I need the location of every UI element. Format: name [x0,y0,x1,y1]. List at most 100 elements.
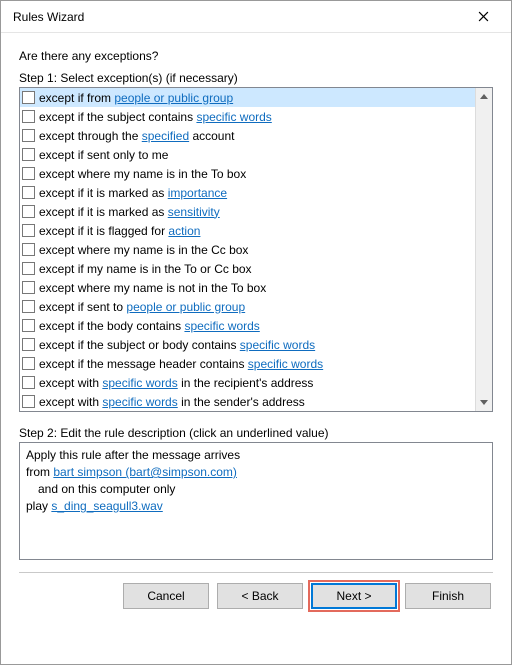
exception-post: in the recipient's address [178,376,314,390]
page-question: Are there any exceptions? [19,49,493,63]
exception-pre: except where my name is not in the To bo… [39,281,266,295]
exception-pre: except if from [39,91,114,105]
exception-row[interactable]: except if the body contains specific wor… [20,316,475,335]
desc-line-3: and on this computer only [26,481,486,498]
exception-text: except where my name is in the To box [39,167,246,181]
exception-checkbox[interactable] [22,376,35,389]
exception-checkbox[interactable] [22,395,35,408]
exception-link[interactable]: action [168,224,200,238]
exception-row[interactable]: except if from people or public group [20,88,475,107]
exception-checkbox[interactable] [22,186,35,199]
exception-text: except where my name is in the Cc box [39,243,248,257]
titlebar: Rules Wizard [1,1,511,33]
exception-checkbox[interactable] [22,338,35,351]
exception-row[interactable]: except if it is flagged for action [20,221,475,240]
exception-pre: except with [39,395,102,409]
exception-post: in the sender's address [178,395,305,409]
exception-checkbox[interactable] [22,281,35,294]
exception-text: except with specific words in the sender… [39,395,305,409]
close-icon [478,11,489,22]
exception-text: except if sent to people or public group [39,300,245,314]
exception-checkbox[interactable] [22,129,35,142]
step1-label: Step 1: Select exception(s) (if necessar… [19,71,493,85]
desc-line-1: Apply this rule after the message arrive… [26,447,486,464]
rule-description-box[interactable]: Apply this rule after the message arrive… [19,442,493,560]
exception-link[interactable]: specific words [184,319,259,333]
exception-pre: except if the subject contains [39,110,196,124]
exception-row[interactable]: except if it is marked as importance [20,183,475,202]
content-area: Are there any exceptions? Step 1: Select… [1,33,511,664]
exception-pre: except if it is marked as [39,205,168,219]
desc-line-2: from bart simpson (bart@simpson.com) [26,464,486,481]
exception-checkbox[interactable] [22,205,35,218]
finish-button[interactable]: Finish [405,583,491,609]
exception-text: except if sent only to me [39,148,168,162]
exception-link[interactable]: specific words [102,376,177,390]
desc-play-link[interactable]: s_ding_seagull3.wav [51,499,162,513]
exception-checkbox[interactable] [22,110,35,123]
exception-link[interactable]: importance [168,186,227,200]
exception-row[interactable]: except through the specified account [20,126,475,145]
exception-checkbox[interactable] [22,262,35,275]
exception-text: except if from people or public group [39,91,233,105]
exception-text: except where my name is not in the To bo… [39,281,266,295]
exception-row[interactable]: except if it is marked as sensitivity [20,202,475,221]
exception-post: account [189,129,234,143]
back-button[interactable]: < Back [217,583,303,609]
exception-link[interactable]: specific words [196,110,271,124]
exception-row[interactable]: except where my name is in the To box [20,164,475,183]
exceptions-listbox[interactable]: except if from people or public groupexc… [19,87,493,412]
next-button[interactable]: Next > [311,583,397,609]
exception-row[interactable]: except if the message header contains sp… [20,354,475,373]
rules-wizard-window: Rules Wizard Are there any exceptions? S… [0,0,512,665]
exception-checkbox[interactable] [22,243,35,256]
exception-link[interactable]: people or public group [114,91,233,105]
desc-from-link[interactable]: bart simpson (bart@simpson.com) [53,465,237,479]
exception-link[interactable]: specified [142,129,189,143]
exception-pre: except if the message header contains [39,357,248,371]
exception-link[interactable]: specific words [240,338,315,352]
scroll-up-arrow-icon[interactable] [476,88,493,105]
exception-text: except with specific words in the recipi… [39,376,313,390]
exception-checkbox[interactable] [22,319,35,332]
exception-checkbox[interactable] [22,167,35,180]
exception-text: except if the message header contains sp… [39,357,323,371]
exception-checkbox[interactable] [22,148,35,161]
exception-row[interactable]: except with specific words in the recipi… [20,373,475,392]
exception-pre: except if it is flagged for [39,224,168,238]
exception-row[interactable]: except if sent to people or public group [20,297,475,316]
exception-row[interactable]: except if sent only to me [20,145,475,164]
close-button[interactable] [463,3,503,31]
exception-row[interactable]: except if the subject contains specific … [20,107,475,126]
cancel-button[interactable]: Cancel [123,583,209,609]
divider [19,572,493,573]
exception-pre: except if sent to [39,300,126,314]
exception-pre: except through the [39,129,142,143]
exception-pre: except where my name is in the To box [39,167,246,181]
exception-text: except if the subject or body contains s… [39,338,315,352]
exception-link[interactable]: specific words [248,357,323,371]
exception-row[interactable]: except where my name is in the Cc box [20,240,475,259]
exception-row[interactable]: except with specific words in the sender… [20,392,475,411]
exception-link[interactable]: specific words [102,395,177,409]
exception-checkbox[interactable] [22,300,35,313]
exception-row[interactable]: except if the subject or body contains s… [20,335,475,354]
exception-checkbox[interactable] [22,91,35,104]
button-row: Cancel < Back Next > Finish [19,583,493,615]
exception-row[interactable]: except if my name is in the To or Cc box [20,259,475,278]
exception-row[interactable]: except where my name is not in the To bo… [20,278,475,297]
exception-link[interactable]: sensitivity [168,205,220,219]
exception-text: except if the subject contains specific … [39,110,272,124]
exception-checkbox[interactable] [22,224,35,237]
desc-line-4: play s_ding_seagull3.wav [26,498,486,515]
scroll-down-arrow-icon[interactable] [476,394,493,411]
exception-text: except if it is flagged for action [39,224,200,238]
exceptions-list: except if from people or public groupexc… [20,88,475,411]
exception-text: except through the specified account [39,129,235,143]
exception-checkbox[interactable] [22,357,35,370]
exception-pre: except if sent only to me [39,148,168,162]
exception-link[interactable]: people or public group [126,300,245,314]
vertical-scrollbar[interactable] [475,88,492,411]
exception-text: except if it is marked as importance [39,186,227,200]
exception-text: except if the body contains specific wor… [39,319,260,333]
